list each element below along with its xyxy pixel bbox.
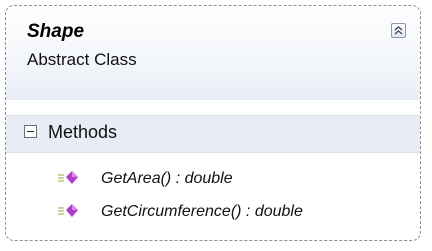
- collapse-minus-icon[interactable]: [24, 125, 37, 138]
- class-shape[interactable]: Shape Abstract Class Methods GetArea() :…: [5, 5, 421, 241]
- methods-section-label: Methods: [48, 122, 118, 142]
- collapse-class-button[interactable]: [391, 23, 406, 38]
- class-name: Shape: [27, 21, 85, 42]
- class-stereotype: Abstract Class: [27, 50, 137, 69]
- method-row-getcircumference[interactable]: GetCircumference() : double: [6, 199, 420, 227]
- double-chevron-up-icon: [394, 26, 403, 35]
- method-icon: [58, 170, 80, 191]
- method-icon: [58, 203, 80, 224]
- methods-section-header[interactable]: Methods: [6, 115, 420, 153]
- method-signature: GetArea() : double: [101, 170, 233, 187]
- class-header: Shape Abstract Class: [6, 6, 420, 100]
- method-row-getarea[interactable]: GetArea() : double: [6, 166, 420, 194]
- method-signature: GetCircumference() : double: [101, 203, 303, 220]
